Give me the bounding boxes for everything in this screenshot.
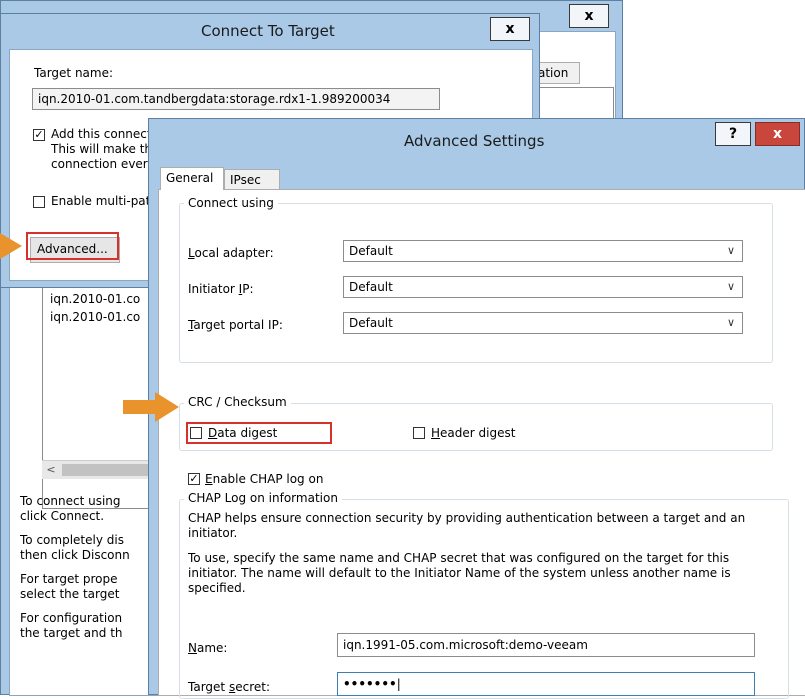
advanced-dialog-client: General IPsec Connect using Local adapte… <box>158 167 805 699</box>
dialog-title: Advanced Settings <box>404 132 545 150</box>
tab-general[interactable]: General <box>160 167 224 190</box>
target-portal-select[interactable]: Default ∨ <box>343 312 743 334</box>
general-tab-panel: Connect using Local adapter: Default ∨ I… <box>158 189 805 699</box>
connect-using-legend: Connect using <box>184 196 278 210</box>
advanced-settings-dialog: Advanced Settings ? x General IPsec Conn… <box>148 118 805 699</box>
chap-instructions: To use, specify the same name and CHAP s… <box>188 551 731 595</box>
target-name-label: Target name: <box>34 66 114 80</box>
add-connection-label: Add this connect <box>51 127 152 141</box>
initiator-ip-label: Initiator IP: <box>188 282 254 296</box>
local-adapter-label: Local adapter: <box>188 246 274 260</box>
help-text: To connect using <box>20 494 121 508</box>
help-button[interactable]: ? <box>715 122 751 146</box>
data-digest-highlight <box>186 422 332 444</box>
local-adapter-select[interactable]: Default ∨ <box>343 240 743 262</box>
header-digest-label: Header digest <box>431 426 516 440</box>
list-item[interactable]: iqn.2010-01.co <box>50 292 140 307</box>
back-window-close-button[interactable]: x <box>569 4 609 28</box>
scroll-left-button[interactable]: < <box>42 461 60 479</box>
chevron-down-icon: ∨ <box>726 316 735 329</box>
list-item[interactable]: iqn.2010-01.co <box>50 310 140 325</box>
help-text: the target and th <box>20 626 123 640</box>
tab-ipsec[interactable]: IPsec <box>224 169 280 190</box>
enable-chap-checkbox[interactable]: ✓ <box>188 473 200 485</box>
target-name-field[interactable]: iqn.2010-01.com.tandbergdata:storage.rdx… <box>32 88 440 110</box>
advanced-close-button[interactable]: x <box>755 122 800 146</box>
advanced-button-highlight <box>26 232 119 260</box>
help-text: To completely dis <box>20 533 124 547</box>
callout-arrow-icon <box>123 392 179 422</box>
chap-legend: CHAP Log on information <box>184 491 342 505</box>
chap-description: CHAP helps ensure connection security by… <box>188 511 746 540</box>
target-secret-label: Target secret: <box>188 680 270 694</box>
connect-close-button[interactable]: x <box>490 17 530 41</box>
target-secret-field[interactable]: •••••••| <box>337 672 755 696</box>
chap-name-label: Name: <box>188 641 228 655</box>
multipath-label: Enable multi-path <box>51 194 158 208</box>
help-text: For configuration <box>20 611 123 625</box>
help-text: then click Disconn <box>20 548 130 562</box>
callout-arrow-icon <box>0 233 22 259</box>
chevron-down-icon: ∨ <box>726 280 735 293</box>
enable-chap-label: Enable CHAP log on <box>205 472 324 486</box>
help-text: select the target <box>20 587 120 601</box>
target-portal-label: Target portal IP: <box>188 318 283 332</box>
header-digest-checkbox[interactable] <box>413 427 425 439</box>
initiator-ip-select[interactable]: Default ∨ <box>343 276 743 298</box>
add-connection-note: This will make th <box>51 142 153 156</box>
chevron-down-icon: ∨ <box>726 244 735 257</box>
dialog-title: Connect To Target <box>201 22 335 40</box>
help-text: click Connect. <box>20 509 105 523</box>
chap-name-field[interactable]: iqn.1991-05.com.microsoft:demo-veeam <box>337 633 755 657</box>
help-text: For target prope <box>20 572 118 586</box>
multipath-checkbox[interactable] <box>33 196 45 208</box>
crc-legend: CRC / Checksum <box>184 395 291 409</box>
add-connection-note: connection ever <box>51 157 148 171</box>
add-connection-checkbox[interactable]: ✓ <box>33 129 45 141</box>
